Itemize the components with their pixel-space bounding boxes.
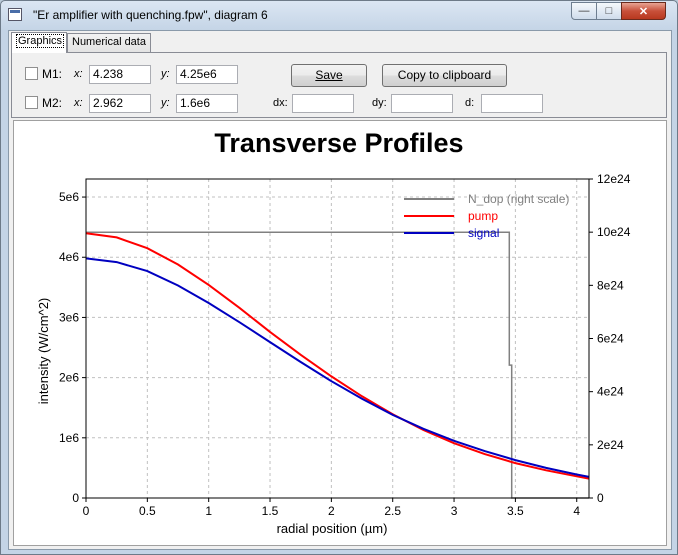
m2-y-field[interactable]: 1.6e6 bbox=[176, 94, 238, 113]
legend-n-dop-label: N_dop (right scale) bbox=[468, 192, 569, 206]
x-axis-label: radial position (µm) bbox=[277, 521, 388, 536]
m2-x-label: x: bbox=[74, 97, 83, 109]
tab-numerical-data[interactable]: Numerical data bbox=[67, 33, 151, 52]
legend-signal-label: signal bbox=[468, 226, 499, 240]
minimize-button[interactable]: — bbox=[571, 2, 597, 20]
signal-series-line bbox=[85, 257, 590, 478]
plot-frame bbox=[85, 178, 590, 499]
x-tick-label: 3 bbox=[451, 504, 458, 518]
n-dop-series-line bbox=[86, 231, 589, 499]
d-field[interactable] bbox=[481, 94, 543, 113]
y2-tick-label: 4e24 bbox=[597, 385, 624, 399]
y2-tick-label: 2e24 bbox=[597, 438, 624, 452]
plot-area[interactable]: 0 0.5 1 1.5 2 2.5 3 3.5 4 0 1e6 2e6 3e6 4e6 5e6 0 2e24 4e… bbox=[13, 120, 667, 546]
dy-label: dy: bbox=[372, 97, 387, 109]
y-axis-label: intensity (W/cm^2) bbox=[36, 298, 51, 405]
y2-tick-label: 12e24 bbox=[597, 172, 631, 186]
close-icon: ✕ bbox=[638, 5, 649, 18]
m1-x-field[interactable]: 4.238 bbox=[89, 65, 151, 84]
m2-y-label: y: bbox=[161, 97, 170, 109]
save-button[interactable]: Save bbox=[291, 64, 367, 87]
dx-field[interactable] bbox=[292, 94, 354, 113]
close-button[interactable]: ✕ bbox=[621, 2, 666, 20]
m1-x-label: x: bbox=[74, 68, 83, 80]
client-area: Graphics Numerical data M1: x: 4.238 y: … bbox=[8, 30, 672, 550]
y-tick-label: 3e6 bbox=[59, 310, 79, 324]
y2-tick-label: 6e24 bbox=[597, 332, 624, 346]
title-bar[interactable]: "Er amplifier with quenching.fpw", diagr… bbox=[1, 1, 677, 29]
series-lines bbox=[85, 231, 590, 499]
m2-label: M2: bbox=[42, 96, 63, 110]
save-button-label: Save bbox=[315, 68, 343, 82]
x-tick-label: 1 bbox=[205, 504, 212, 518]
app-icon[interactable] bbox=[8, 8, 22, 21]
dy-field[interactable] bbox=[391, 94, 453, 113]
pump-series-line bbox=[85, 232, 590, 480]
y2-tick-label: 0 bbox=[597, 491, 604, 505]
y-tick-label: 2e6 bbox=[59, 371, 79, 385]
x-tick-label: 0 bbox=[83, 504, 90, 518]
x-tick-label: 0.5 bbox=[139, 504, 156, 518]
grid-lines bbox=[86, 179, 589, 498]
maximize-icon: □ bbox=[605, 5, 613, 17]
m1-y-field[interactable]: 4.25e6 bbox=[176, 65, 238, 84]
x-tick-label: 2.5 bbox=[384, 504, 401, 518]
application-window: "Er amplifier with quenching.fpw", diagr… bbox=[0, 0, 678, 555]
axes bbox=[82, 178, 593, 502]
x-tick-label: 2 bbox=[328, 504, 335, 518]
m2-checkbox[interactable] bbox=[25, 96, 38, 109]
chart-title: Transverse Profiles bbox=[214, 128, 463, 158]
dx-label: dx: bbox=[273, 97, 288, 109]
window-title: "Er amplifier with quenching.fpw", diagr… bbox=[33, 8, 268, 22]
marker-panel: M1: x: 4.238 y: 4.25e6 Save Copy to clip… bbox=[11, 52, 667, 118]
m1-y-label: y: bbox=[161, 68, 170, 80]
transverse-profiles-chart[interactable]: 0 0.5 1 1.5 2 2.5 3 3.5 4 0 1e6 2e6 3e6 4e6 5e6 0 2e24 4e… bbox=[14, 121, 666, 545]
y2-tick-label: 10e24 bbox=[597, 225, 631, 239]
tab-graphics[interactable]: Graphics bbox=[11, 32, 67, 53]
d-label: d: bbox=[465, 97, 475, 109]
m1-checkbox[interactable] bbox=[25, 67, 38, 80]
maximize-button[interactable]: □ bbox=[596, 2, 622, 20]
y2-tick-label: 8e24 bbox=[597, 278, 624, 292]
legend-pump-label: pump bbox=[468, 209, 498, 223]
minimize-icon: — bbox=[578, 5, 590, 17]
x-tick-label: 4 bbox=[573, 504, 580, 518]
legend: N_dop (right scale) pump signal bbox=[404, 192, 569, 240]
y-tick-label: 0 bbox=[72, 491, 79, 505]
m1-label: M1: bbox=[42, 67, 63, 81]
m2-x-field[interactable]: 2.962 bbox=[89, 94, 151, 113]
y-tick-label: 1e6 bbox=[59, 431, 79, 445]
tab-numerical-data-label: Numerical data bbox=[72, 36, 146, 48]
y-tick-label: 4e6 bbox=[59, 250, 79, 264]
tab-graphics-label: Graphics bbox=[16, 34, 65, 48]
x-tick-label: 1.5 bbox=[262, 504, 279, 518]
copy-to-clipboard-button[interactable]: Copy to clipboard bbox=[382, 64, 507, 87]
x-tick-label: 3.5 bbox=[507, 504, 524, 518]
tick-labels: 0 0.5 1 1.5 2 2.5 3 3.5 4 0 1e6 2e6 3e6 4e6 5e6 0 2e24 4e… bbox=[59, 172, 631, 518]
y-tick-label: 5e6 bbox=[59, 190, 79, 204]
